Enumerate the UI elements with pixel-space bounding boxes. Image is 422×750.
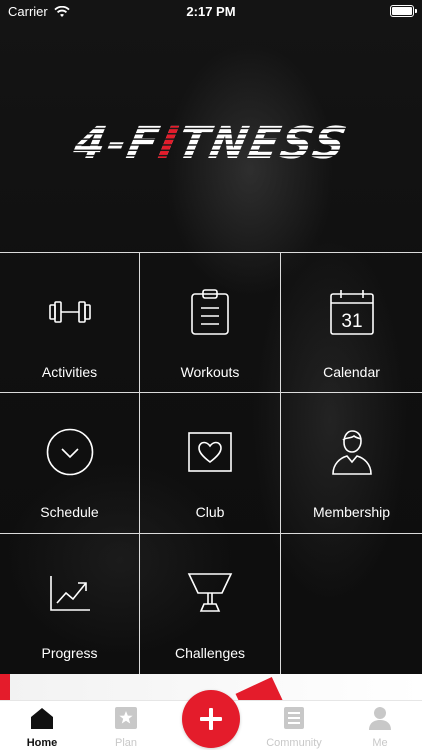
tile-empty bbox=[281, 534, 422, 675]
tile-label: Calendar bbox=[323, 364, 380, 380]
menu-grid: Activities Workouts 31 Calendar Schedule… bbox=[0, 252, 422, 675]
dumbbell-icon bbox=[45, 287, 95, 337]
tile-label: Membership bbox=[312, 504, 391, 520]
tile-workouts[interactable]: Workouts bbox=[140, 253, 281, 393]
tile-challenges[interactable]: Challenges bbox=[140, 534, 281, 675]
tab-label: Plan bbox=[114, 737, 138, 749]
tile-label: Progress bbox=[41, 645, 98, 661]
status-time: 2:17 PM bbox=[186, 4, 236, 19]
calendar-day: 31 bbox=[341, 311, 362, 332]
tab-label: Community bbox=[266, 737, 322, 749]
tile-label: Challenges bbox=[174, 645, 246, 661]
calendar-icon: 31 bbox=[327, 287, 377, 337]
tab-plan[interactable]: Plan bbox=[84, 705, 168, 749]
tile-membership[interactable]: Membership bbox=[281, 393, 422, 534]
star-square-icon bbox=[113, 705, 139, 731]
trophy-icon bbox=[185, 568, 235, 618]
tile-club[interactable]: Club bbox=[140, 393, 281, 534]
tab-me[interactable]: Me bbox=[338, 705, 422, 749]
tile-label: Workouts bbox=[180, 364, 240, 380]
tile-calendar[interactable]: 31 Calendar bbox=[281, 253, 422, 393]
trending-up-icon bbox=[45, 568, 95, 618]
battery-icon bbox=[390, 5, 417, 17]
tile-progress[interactable]: Progress bbox=[0, 534, 140, 675]
brand-logo: 4-FITNESS bbox=[0, 117, 422, 169]
plus-icon bbox=[200, 708, 222, 730]
banner-accent-left bbox=[0, 674, 10, 700]
heart-icon bbox=[185, 427, 235, 477]
tile-label: Club bbox=[195, 504, 225, 520]
list-icon bbox=[281, 705, 307, 731]
tile-label: Activities bbox=[41, 364, 98, 380]
chevron-circle-icon bbox=[45, 427, 95, 477]
person-icon bbox=[327, 427, 377, 477]
user-icon bbox=[367, 705, 393, 731]
tile-activities[interactable]: Activities bbox=[0, 253, 140, 393]
tab-home[interactable]: Home bbox=[0, 705, 84, 749]
add-button[interactable] bbox=[182, 690, 240, 748]
home-icon bbox=[29, 705, 55, 731]
tab-label: Home bbox=[26, 737, 58, 749]
tile-schedule[interactable]: Schedule bbox=[0, 393, 140, 534]
logo-wordmark: 4-FITNESS bbox=[69, 117, 353, 169]
tab-community[interactable]: Community bbox=[252, 705, 336, 749]
home-screen: Carrier 2:17 PM 4-FITNESS Activities Wor… bbox=[0, 0, 422, 750]
status-bar: Carrier 2:17 PM bbox=[0, 0, 422, 24]
tile-label: Schedule bbox=[40, 504, 99, 520]
tab-label: Me bbox=[372, 737, 388, 749]
banner-accent-shape bbox=[235, 676, 285, 700]
clipboard-icon bbox=[185, 287, 235, 337]
